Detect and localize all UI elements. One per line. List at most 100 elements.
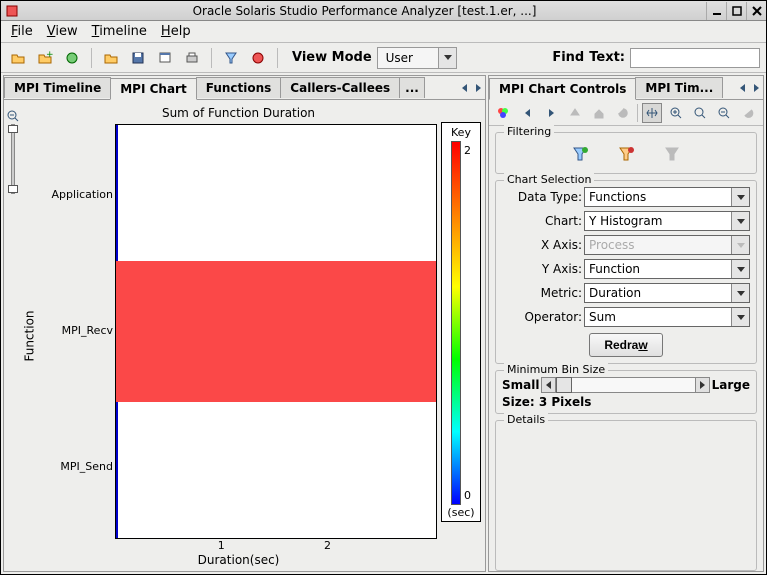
colors-icon[interactable]: [493, 103, 513, 123]
print-icon[interactable]: [181, 47, 203, 69]
new-window-icon[interactable]: [154, 47, 176, 69]
open-file-icon[interactable]: [100, 47, 122, 69]
key-max: 2: [464, 144, 471, 157]
bar-mpi-send: [116, 402, 118, 538]
toolbar: + View Mode User Find Text:: [1, 43, 766, 73]
tab-callers-callees[interactable]: Callers-Callees: [280, 77, 400, 98]
x-axis-label: Duration(sec): [40, 553, 437, 567]
chevron-down-icon: [731, 212, 749, 230]
bar-mpi-recv: [116, 261, 436, 401]
zoom-out-icon[interactable]: [7, 110, 19, 122]
open-experiment-icon[interactable]: [7, 47, 29, 69]
tab-functions[interactable]: Functions: [196, 77, 282, 98]
menu-file[interactable]: File: [11, 24, 33, 39]
xtick: 1: [218, 539, 225, 552]
zoom-slider[interactable]: [11, 124, 15, 194]
menu-timeline[interactable]: Timeline: [92, 24, 147, 39]
key-min: 0: [464, 489, 471, 502]
chart-dropdown[interactable]: Y Histogram: [584, 211, 750, 231]
chevron-down-icon: [731, 284, 749, 302]
color-key: Key 2 0 (sec): [441, 122, 481, 522]
y-axis-label: Function: [23, 310, 37, 361]
left-pane: MPI Timeline MPI Chart Functions Callers…: [3, 75, 486, 572]
separator: [211, 48, 212, 68]
tabs-scroll-left[interactable]: [735, 78, 749, 98]
bar-application: [116, 125, 118, 261]
save-icon[interactable]: [127, 47, 149, 69]
separator: [277, 48, 278, 68]
chart-selection-group: Chart Selection Data Type: Functions Cha…: [495, 180, 757, 364]
filter-remove-icon[interactable]: [615, 143, 637, 165]
pan-icon[interactable]: [642, 103, 662, 123]
chart-title: Sum of Function Duration: [40, 104, 437, 122]
add-experiment-icon[interactable]: +: [34, 47, 56, 69]
bin-size-value: Size: 3 Pixels: [502, 395, 750, 409]
key-title: Key: [451, 126, 471, 139]
slider-right-arrow[interactable]: [695, 378, 709, 392]
tabs-scroll-right[interactable]: [471, 78, 485, 98]
details-legend: Details: [504, 413, 548, 426]
tab-mpi-timeline-controls[interactable]: MPI Tim...: [635, 77, 723, 98]
menu-view[interactable]: View: [47, 24, 78, 39]
datatype-dropdown[interactable]: Functions: [584, 187, 750, 207]
tab-more[interactable]: ...: [399, 77, 425, 98]
metric-dropdown[interactable]: Duration: [584, 283, 750, 303]
redraw-button[interactable]: Redraw: [589, 333, 662, 357]
close-button[interactable]: [746, 2, 766, 20]
zoom-out-icon[interactable]: [714, 103, 734, 123]
filter-add-icon[interactable]: [569, 143, 591, 165]
window-titlebar: Oracle Solaris Studio Performance Analyz…: [1, 1, 766, 21]
tab-mpi-timeline[interactable]: MPI Timeline: [4, 77, 111, 98]
ytick: MPI_Send: [60, 460, 113, 473]
chevron-down-icon: [438, 48, 456, 68]
tab-mpi-chart-controls[interactable]: MPI Chart Controls: [489, 78, 636, 100]
window-title: Oracle Solaris Studio Performance Analyz…: [23, 4, 706, 18]
nav-forward-icon: [541, 103, 561, 123]
chart-plot[interactable]: [115, 124, 437, 539]
filter-icon[interactable]: [220, 47, 242, 69]
right-toolbar: [489, 100, 763, 126]
details-group: Details: [495, 420, 757, 571]
nav-back-icon: [517, 103, 537, 123]
chevron-down-icon: [731, 236, 749, 254]
minimize-button[interactable]: [706, 2, 726, 20]
view-mode-label: View Mode: [292, 50, 372, 65]
menu-help[interactable]: Help: [161, 24, 191, 39]
metric-label: Metric:: [502, 286, 582, 300]
find-label: Find: [552, 50, 584, 65]
ytick: MPI_Recv: [62, 324, 113, 337]
left-tabrow: MPI Timeline MPI Chart Functions Callers…: [4, 76, 485, 100]
menubar: File View Timeline Help: [1, 21, 766, 43]
settings-icon[interactable]: [247, 47, 269, 69]
min-bin-group: Minimum Bin Size Small Large Size: 3 Pix…: [495, 370, 757, 414]
right-tabrow: MPI Chart Controls MPI Tim...: [489, 76, 763, 100]
app-icon: [5, 4, 19, 18]
maximize-button[interactable]: [726, 2, 746, 20]
chevron-down-icon: [731, 308, 749, 326]
ytick: Application: [52, 188, 113, 201]
separator: [91, 48, 92, 68]
tab-mpi-chart[interactable]: MPI Chart: [110, 78, 196, 100]
tabs-scroll-right[interactable]: [749, 78, 763, 98]
operator-label: Operator:: [502, 310, 582, 324]
view-mode-dropdown[interactable]: User: [377, 47, 457, 69]
xtick: 2: [324, 539, 331, 552]
chart-selection-legend: Chart Selection: [504, 173, 594, 186]
zoom-fit-icon[interactable]: [690, 103, 710, 123]
filtering-legend: Filtering: [504, 125, 554, 138]
operator-dropdown[interactable]: Sum: [584, 307, 750, 327]
xaxis-label: X Axis:: [502, 238, 582, 252]
bin-size-slider[interactable]: [541, 377, 709, 393]
find-input[interactable]: [630, 48, 760, 68]
run-icon[interactable]: [61, 47, 83, 69]
tabs-scroll-left[interactable]: [457, 78, 471, 98]
chart-area: Function Sum of Function Duration Applic…: [4, 100, 485, 571]
yaxis-dropdown[interactable]: Function: [584, 259, 750, 279]
zoom-in-icon[interactable]: [666, 103, 686, 123]
slider-left-arrow[interactable]: [542, 378, 556, 392]
filter-clear-icon: [661, 143, 683, 165]
home-icon: [589, 103, 609, 123]
filtering-group: Filtering: [495, 132, 757, 174]
bin-small-label: Small: [502, 378, 539, 392]
min-bin-legend: Minimum Bin Size: [504, 363, 608, 376]
